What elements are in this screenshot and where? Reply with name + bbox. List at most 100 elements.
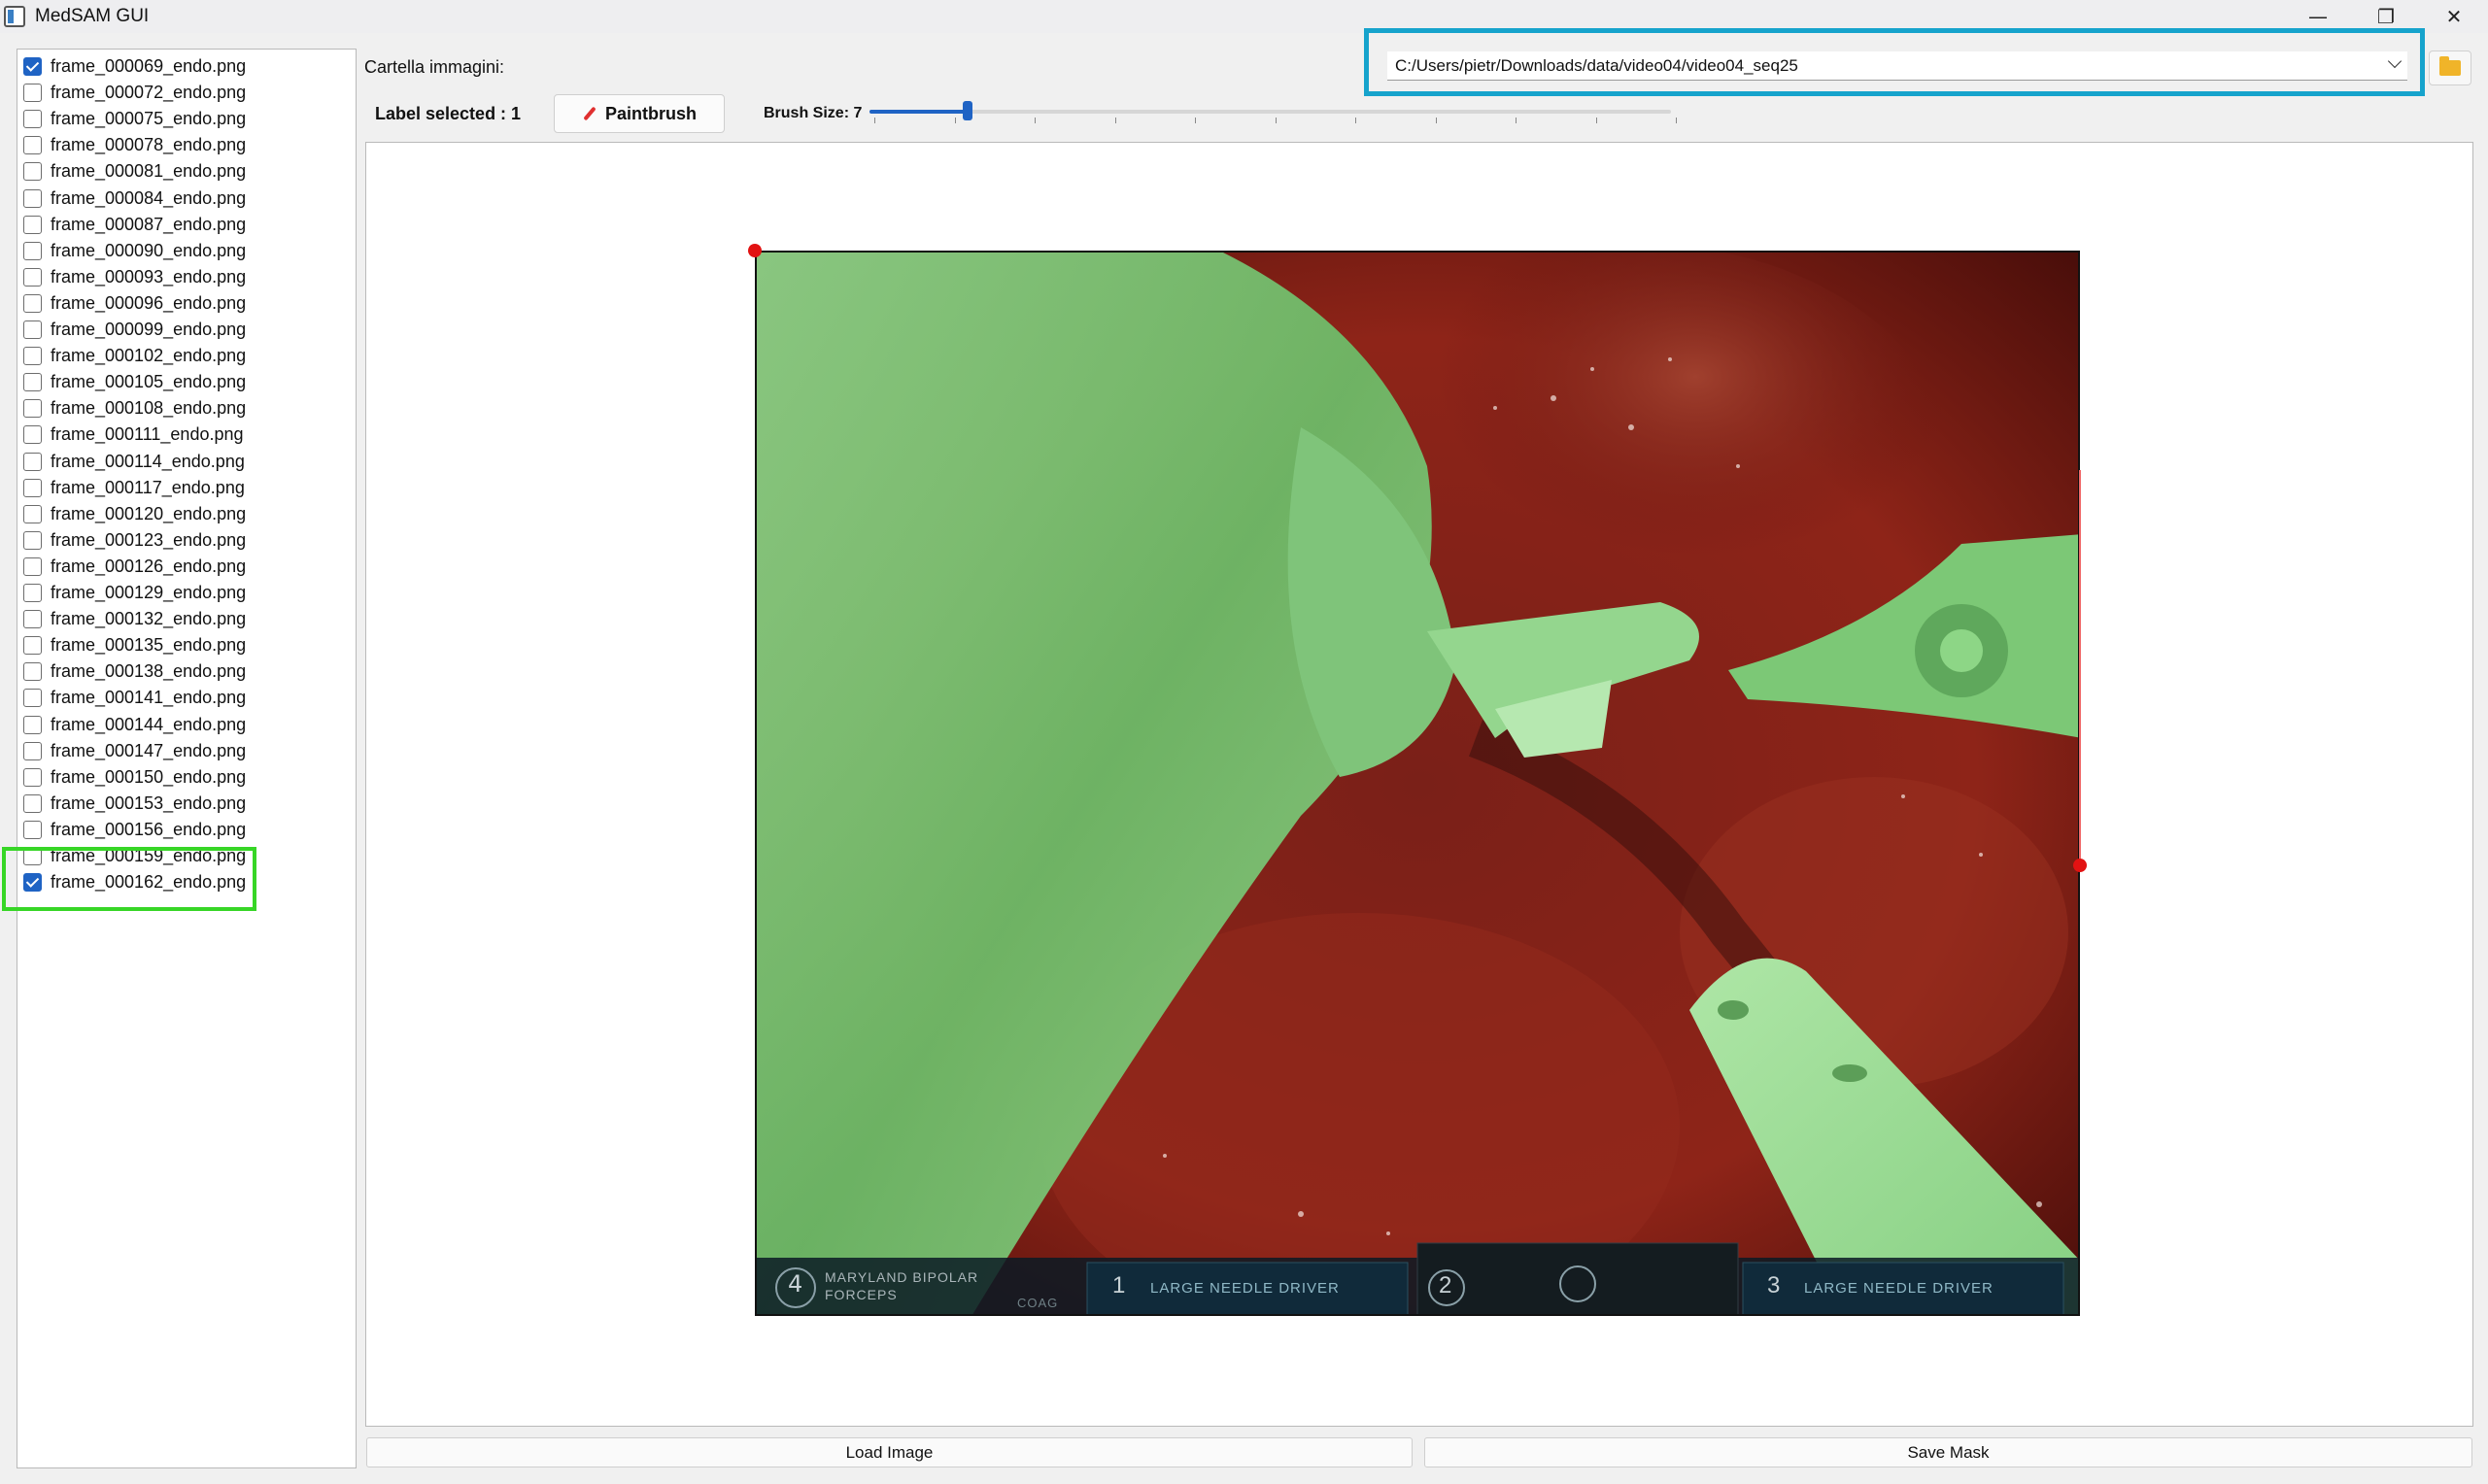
file-name: frame_000093_endo.png [51, 266, 247, 287]
slider-tick [1114, 118, 1116, 123]
folder-path-combo[interactable]: C:/Users/pietr/Downloads/data/video04/vi… [1387, 51, 2407, 81]
close-button[interactable]: ✕ [2420, 0, 2488, 33]
file-checkbox[interactable] [23, 662, 42, 682]
label-selected-text: Label selected : 1 [375, 104, 522, 123]
file-list[interactable]: frame_000069_endo.png frame_000072_endo.p… [17, 49, 357, 1468]
file-name: frame_000114_endo.png [51, 451, 245, 471]
file-name: frame_000120_endo.png [51, 503, 247, 523]
file-checkbox[interactable] [23, 399, 42, 419]
bbox-corner-point-bottomright[interactable] [2073, 859, 2087, 872]
file-checkbox[interactable] [23, 610, 42, 629]
list-item[interactable]: frame_000123_endo.png [21, 527, 352, 554]
file-checkbox[interactable] [23, 530, 42, 550]
list-item[interactable]: frame_000108_endo.png [21, 395, 352, 422]
list-item[interactable]: frame_000126_endo.png [21, 554, 352, 580]
endoscopic-image[interactable]: 4 MARYLAND BIPOLAR FORCEPS COAG 1 LARGE … [755, 251, 2080, 1316]
list-item[interactable]: frame_000153_endo.png [21, 791, 352, 817]
list-item[interactable]: frame_000147_endo.png [21, 738, 352, 764]
app-icon [4, 6, 25, 27]
file-name: frame_000084_endo.png [51, 187, 247, 208]
file-name: frame_000096_endo.png [51, 292, 247, 313]
list-item[interactable]: frame_000090_endo.png [21, 238, 352, 264]
paintbrush-button[interactable]: Paintbrush [554, 94, 725, 133]
brush-size-slider[interactable] [869, 101, 1671, 120]
save-mask-button[interactable]: Save Mask [1424, 1437, 2472, 1467]
file-checkbox[interactable] [23, 84, 42, 103]
list-item[interactable]: frame_000075_endo.png [21, 106, 352, 132]
file-checkbox[interactable] [23, 715, 42, 734]
file-checkbox[interactable] [23, 188, 42, 208]
bbox-edge-line [2079, 470, 2081, 864]
file-checkbox[interactable] [23, 793, 42, 813]
list-item[interactable]: frame_000099_endo.png [21, 317, 352, 343]
file-checkbox[interactable] [23, 136, 42, 155]
list-item[interactable]: frame_000144_endo.png [21, 712, 352, 738]
folder-icon [2439, 56, 2461, 76]
list-item[interactable]: frame_000081_endo.png [21, 158, 352, 185]
slider-tick [1355, 118, 1356, 123]
load-image-button[interactable]: Load Image [366, 1437, 1413, 1467]
file-checkbox[interactable] [23, 267, 42, 287]
slider-tick [1516, 118, 1517, 123]
browse-folder-button[interactable] [2429, 51, 2471, 85]
list-item[interactable]: frame_000117_endo.png [21, 475, 352, 501]
list-item[interactable]: frame_000138_endo.png [21, 658, 352, 685]
hud-center-number: 2 [1439, 1272, 1452, 1298]
file-name: frame_000090_endo.png [51, 240, 247, 260]
list-item[interactable]: frame_000084_endo.png [21, 186, 352, 212]
file-checkbox[interactable] [23, 320, 42, 339]
list-item[interactable]: frame_000105_endo.png [21, 369, 352, 395]
file-checkbox[interactable] [23, 820, 42, 839]
list-item[interactable]: frame_000156_endo.png [21, 817, 352, 843]
file-checkbox[interactable] [23, 636, 42, 656]
file-checkbox[interactable] [23, 162, 42, 182]
list-item[interactable]: frame_000078_endo.png [21, 132, 352, 158]
file-checkbox[interactable] [23, 57, 42, 76]
chevron-down-icon[interactable] [2387, 53, 2403, 69]
file-checkbox[interactable] [23, 110, 42, 129]
file-name: frame_000072_endo.png [51, 83, 247, 103]
file-checkbox[interactable] [23, 425, 42, 445]
file-checkbox[interactable] [23, 215, 42, 234]
hud-instrument1-name: MARYLAND BIPOLAR FORCEPS [825, 1269, 979, 1302]
list-item[interactable]: frame_000120_endo.png [21, 501, 352, 527]
list-item[interactable]: frame_000087_endo.png [21, 212, 352, 238]
file-checkbox[interactable] [23, 584, 42, 602]
list-item[interactable]: frame_000132_endo.png [21, 606, 352, 632]
list-item[interactable]: frame_000102_endo.png [21, 343, 352, 369]
file-name: frame_000087_endo.png [51, 214, 247, 234]
list-item[interactable]: frame_000135_endo.png [21, 632, 352, 658]
slider-tick [954, 118, 956, 123]
file-checkbox[interactable] [23, 689, 42, 708]
list-item[interactable]: frame_000129_endo.png [21, 580, 352, 606]
list-item[interactable]: frame_000150_endo.png [21, 764, 352, 791]
file-name: frame_000117_endo.png [51, 477, 245, 497]
file-checkbox[interactable] [23, 556, 42, 576]
file-checkbox[interactable] [23, 347, 42, 366]
hud-instrument3-number: 3 [1767, 1272, 1781, 1298]
list-item[interactable]: frame_000111_endo.png [21, 422, 352, 448]
file-name: frame_000111_endo.png [51, 424, 244, 445]
bbox-corner-point-topleft[interactable] [748, 244, 762, 257]
slider-tick [1275, 118, 1277, 123]
file-checkbox[interactable] [23, 293, 42, 313]
file-checkbox[interactable] [23, 452, 42, 471]
file-checkbox[interactable] [23, 373, 42, 392]
file-checkbox[interactable] [23, 478, 42, 497]
file-checkbox[interactable] [23, 504, 42, 523]
list-item[interactable]: frame_000069_endo.png [21, 53, 352, 80]
file-checkbox[interactable] [23, 741, 42, 760]
window-title: MedSAM GUI [35, 6, 150, 26]
file-name: frame_000099_endo.png [51, 320, 247, 339]
file-name: frame_000132_endo.png [51, 609, 247, 629]
file-checkbox[interactable] [23, 767, 42, 787]
list-item[interactable]: frame_000096_endo.png [21, 290, 352, 317]
file-checkbox[interactable] [23, 241, 42, 260]
slider-handle[interactable] [963, 101, 972, 120]
file-name: frame_000126_endo.png [51, 556, 247, 576]
list-item[interactable]: frame_000114_endo.png [21, 449, 352, 475]
list-item[interactable]: frame_000141_endo.png [21, 685, 352, 711]
file-name: frame_000075_endo.png [51, 109, 247, 129]
list-item[interactable]: frame_000093_endo.png [21, 264, 352, 290]
list-item[interactable]: frame_000072_endo.png [21, 80, 352, 106]
